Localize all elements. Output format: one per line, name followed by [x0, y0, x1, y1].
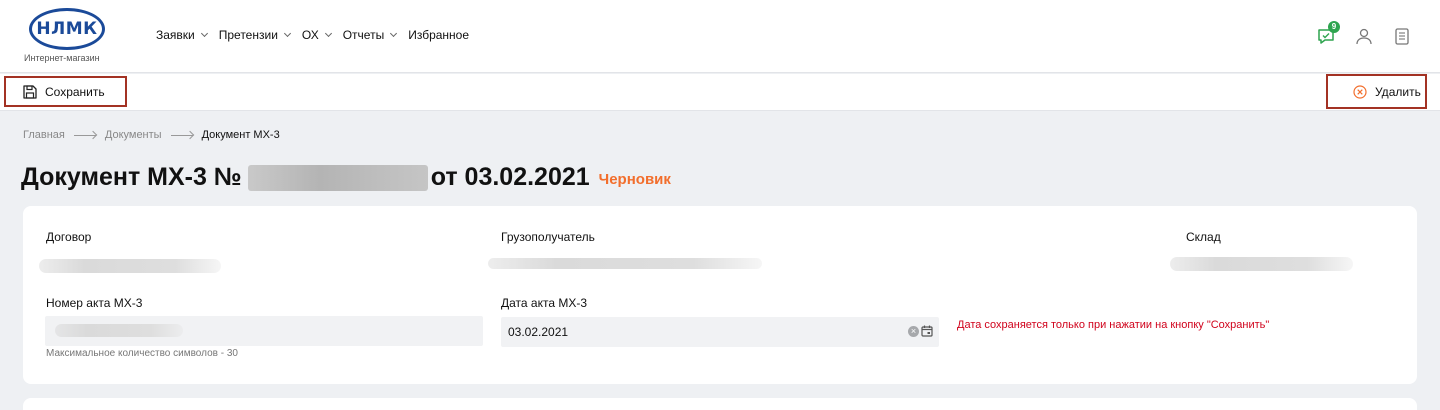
nav-item-label: Заявки: [156, 28, 195, 42]
redacted-warehouse-value: [1170, 257, 1353, 271]
clear-icon[interactable]: ×: [908, 326, 919, 337]
header-icons: 9: [1316, 21, 1412, 46]
act-number-input[interactable]: [45, 316, 483, 346]
floppy-disk-icon: [23, 84, 37, 99]
chat-badge: 9: [1328, 21, 1340, 33]
logo-subtitle: Интернет-магазин: [24, 53, 100, 63]
breadcrumb-home[interactable]: Главная: [23, 129, 65, 141]
status-badge: Черновик: [598, 171, 671, 188]
redacted-document-number: [247, 164, 428, 191]
nav-item-label: ОХ: [301, 28, 319, 42]
second-card: [23, 398, 1417, 410]
redacted-contract-value: [39, 259, 221, 273]
logo-text: НЛМК: [36, 19, 98, 39]
contract-label: Договор: [46, 230, 92, 244]
redacted-consignee-value: [488, 258, 762, 269]
delete-button-label: Удалить: [1375, 84, 1421, 99]
breadcrumb-documents[interactable]: Документы: [105, 129, 162, 141]
calendar-icon[interactable]: [921, 325, 933, 337]
nav-item-label: Отчеты: [342, 28, 385, 42]
close-circle-icon: [1353, 84, 1367, 99]
nav-item-label: Претензии: [218, 28, 278, 42]
logo-emblem: НЛМК: [29, 8, 105, 50]
nav-item-claims[interactable]: Претензии: [218, 28, 291, 42]
act-date-label: Дата акта МХ-3: [501, 296, 588, 310]
nav-item-reports[interactable]: Отчеты: [342, 28, 398, 42]
act-number-label: Номер акта МХ-3: [46, 296, 143, 310]
act-date-value: 03.02.2021: [508, 325, 569, 339]
chevron-down-icon: [390, 29, 398, 38]
save-button[interactable]: Сохранить: [4, 76, 127, 107]
breadcrumb: Главная Документы Документ МХ-3: [23, 129, 280, 141]
delete-button[interactable]: Удалить: [1326, 74, 1427, 109]
page-title: Документ МХ-3 № от 03.02.2021 Черновик: [21, 163, 671, 192]
consignee-label: Грузополучатель: [501, 230, 595, 244]
breadcrumb-current: Документ МХ-3: [201, 129, 280, 141]
save-button-label: Сохранить: [45, 84, 105, 99]
warehouse-label: Склад: [1186, 230, 1221, 244]
top-header: НЛМК Интернет-магазин Заявки Претензии О…: [0, 0, 1440, 73]
redacted-act-number-value: [55, 324, 183, 337]
arrow-right-icon: [170, 134, 193, 136]
action-toolbar: Сохранить Удалить: [0, 74, 1440, 111]
arrow-right-icon: [73, 134, 96, 136]
chevron-down-icon: [324, 29, 332, 38]
nav-item-label: Избранное: [408, 28, 470, 42]
notebook-icon[interactable]: [1392, 26, 1412, 46]
act-date-input[interactable]: 03.02.2021 ×: [501, 317, 939, 347]
nav-item-favorites[interactable]: Избранное: [408, 28, 469, 42]
nav-item-requests[interactable]: Заявки: [156, 28, 208, 42]
act-number-hint: Максимальное количество символов - 30: [46, 348, 238, 359]
chat-icon[interactable]: 9: [1316, 21, 1340, 46]
title-prefix: Документ МХ-3 №: [21, 163, 242, 191]
title-date: от 03.02.2021: [430, 163, 590, 191]
main-nav: Заявки Претензии ОХ Отчеты Избранное: [156, 28, 481, 42]
chevron-down-icon: [283, 29, 291, 38]
date-save-warning: Дата сохраняется только при нажатии на к…: [957, 319, 1270, 331]
nlmk-logo[interactable]: НЛМК Интернет-магазин: [24, 8, 110, 63]
chevron-down-icon: [200, 29, 208, 38]
document-form-card: Договор Грузополучатель Склад Номер акта…: [23, 206, 1417, 384]
nav-item-oh[interactable]: ОХ: [301, 28, 332, 42]
user-icon[interactable]: [1354, 26, 1374, 46]
